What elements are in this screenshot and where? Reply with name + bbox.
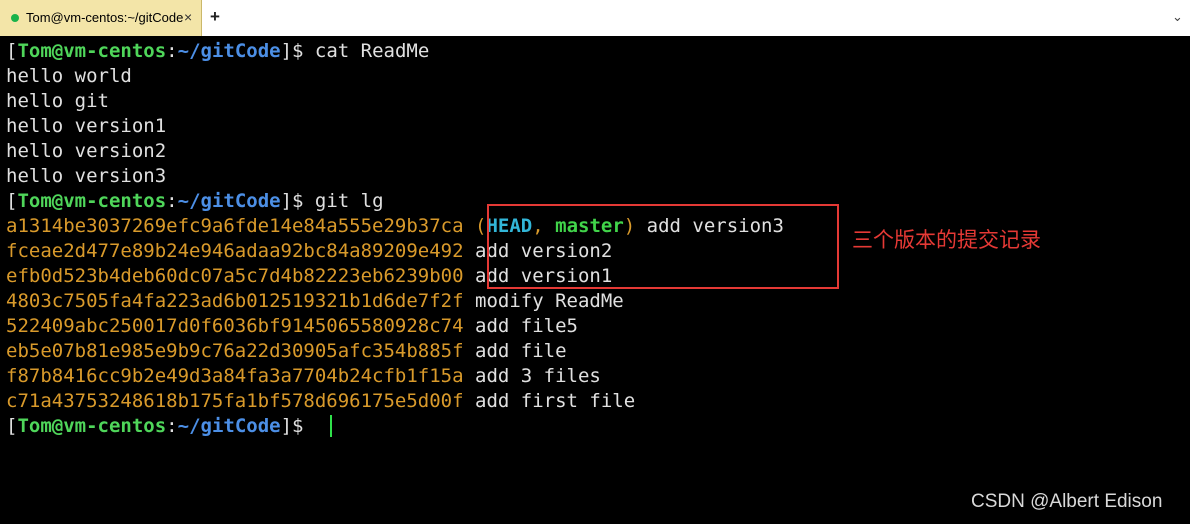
commit-hash: c71a43753248618b175fa1bf578d696175e5d00f: [6, 390, 464, 412]
prompt-line-cat: [Tom@vm-centos:~/gitCode]$ cat ReadMe: [6, 39, 429, 64]
command-text: git lg: [314, 190, 384, 212]
commit-message: modify ReadMe: [475, 290, 624, 312]
commit-row: f87b8416cc9b2e49d3a84fa3a7704b24cfb1f15a…: [6, 364, 601, 389]
prompt-user-host: Tom@vm-centos: [17, 40, 167, 62]
prompt-suffix: ]$: [280, 415, 315, 437]
commit-message: add file5: [475, 315, 578, 337]
commit-hash: eb5e07b81e985e9b9c76a22d30905afc354b885f: [6, 340, 464, 362]
prompt-suffix: ]$: [280, 190, 315, 212]
prompt-colon: :: [166, 40, 178, 62]
annotation-highlight-box: [487, 204, 839, 289]
commit-row: 4803c7505fa4fa223ad6b012519321b1d6de7f2f…: [6, 289, 624, 314]
prompt-suffix: ]$: [280, 40, 315, 62]
watermark: CSDN @Albert Edison: [971, 491, 1163, 512]
output-line: hello version3: [6, 165, 167, 187]
prompt-colon: :: [166, 190, 178, 212]
prompt-line-current: [Tom@vm-centos:~/gitCode]$: [6, 414, 315, 439]
commit-hash: fceae2d477e89b24e946adaa92bc84a89209e492: [6, 240, 464, 262]
commit-hash: 522409abc250017d0f6036bf9145065580928c74: [6, 315, 464, 337]
new-tab-button[interactable]: +: [210, 7, 220, 27]
prompt-bracket: [: [6, 40, 18, 62]
commit-message: add first file: [475, 390, 636, 412]
tab-terminal-session[interactable]: Tom@vm-centos:~/gitCode ×: [0, 0, 202, 36]
prompt-user-host: Tom@vm-centos: [17, 415, 167, 437]
tab-title: Tom@vm-centos:~/gitCode: [26, 10, 184, 25]
commit-hash: a1314be3037269efc9a6fde14e84a555e29b37ca: [6, 215, 464, 237]
prompt-path: ~/gitCode: [177, 40, 281, 62]
annotation-label: 三个版本的提交记录: [852, 228, 1041, 252]
prompt-path: ~/gitCode: [177, 190, 281, 212]
close-tab-icon[interactable]: ×: [184, 9, 192, 25]
output-line: hello world: [6, 65, 132, 87]
prompt-path: ~/gitCode: [177, 415, 281, 437]
output-line: hello version2: [6, 140, 167, 162]
commit-row: eb5e07b81e985e9b9c76a22d30905afc354b885f…: [6, 339, 567, 364]
prompt-line-git: [Tom@vm-centos:~/gitCode]$ git lg: [6, 189, 384, 214]
commit-message: add file: [475, 340, 567, 362]
text-cursor[interactable]: [330, 415, 332, 437]
commit-row: 522409abc250017d0f6036bf9145065580928c74…: [6, 314, 578, 339]
command-text: cat ReadMe: [314, 40, 430, 62]
prompt-user-host: Tom@vm-centos: [17, 190, 167, 212]
output-line: hello version1: [6, 115, 167, 137]
prompt-bracket: [: [6, 415, 18, 437]
ref-open-paren: (: [475, 215, 487, 237]
output-line: hello git: [6, 90, 109, 112]
commit-message: add 3 files: [475, 365, 601, 387]
prompt-colon: :: [166, 415, 178, 437]
tab-bar: Tom@vm-centos:~/gitCode × + ⌄: [0, 0, 1190, 37]
connection-status-icon: [11, 14, 19, 22]
prompt-bracket: [: [6, 190, 18, 212]
commit-row: c71a43753248618b175fa1bf578d696175e5d00f…: [6, 389, 635, 414]
commit-hash: 4803c7505fa4fa223ad6b012519321b1d6de7f2f: [6, 290, 464, 312]
commit-hash: f87b8416cc9b2e49d3a84fa3a7704b24cfb1f15a: [6, 365, 464, 387]
commit-hash: efb0d523b4deb60dc07a5c7d4b82223eb6239b00: [6, 265, 464, 287]
tab-menu-chevron-icon[interactable]: ⌄: [1172, 9, 1183, 25]
